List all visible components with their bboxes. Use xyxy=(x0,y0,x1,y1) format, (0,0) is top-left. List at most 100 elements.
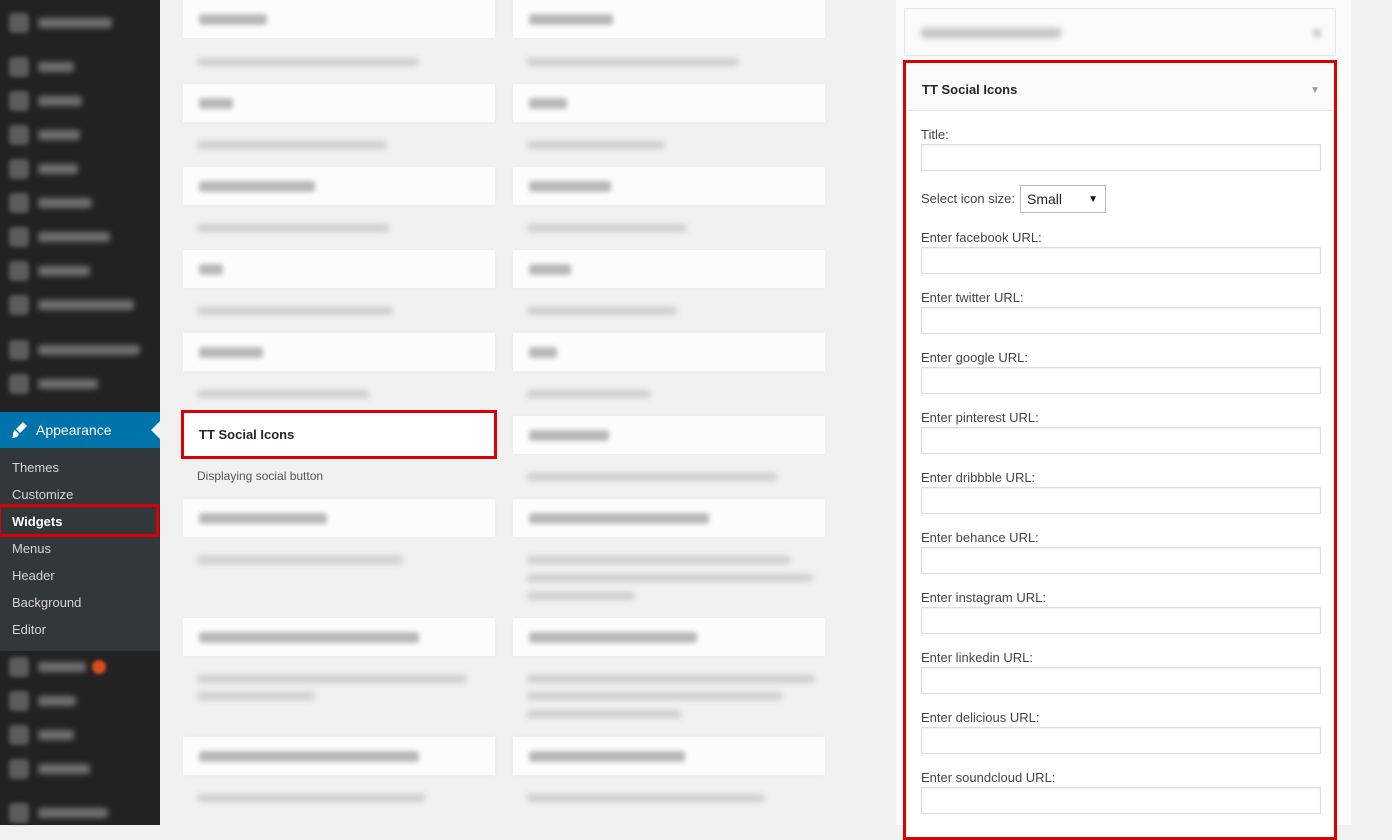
widget-description xyxy=(527,224,687,232)
title-label: Title: xyxy=(921,127,949,142)
page-icon xyxy=(9,159,29,179)
widget-tt-social-icons[interactable]: TT Social Icons xyxy=(181,410,497,459)
plugin-icon xyxy=(9,657,29,677)
widget-description xyxy=(527,307,677,315)
widget-description xyxy=(527,592,635,600)
instagram-url-input[interactable] xyxy=(921,607,1321,634)
widget-title: TT Social Icons xyxy=(199,427,295,442)
widget-description xyxy=(197,141,387,149)
submenu-editor[interactable]: Editor xyxy=(12,622,46,637)
menu-item-users[interactable] xyxy=(0,684,160,718)
widget-item[interactable] xyxy=(513,737,825,775)
widget-item[interactable] xyxy=(513,333,825,371)
widget-description xyxy=(527,556,791,564)
menu-item-woocommerce[interactable] xyxy=(0,333,160,367)
widget-description xyxy=(197,794,425,802)
behance-url-input[interactable] xyxy=(921,547,1321,574)
menu-item-plugins[interactable] xyxy=(0,650,160,684)
twitter-url-input[interactable] xyxy=(921,307,1321,334)
panel-header[interactable]: TT Social Icons ▼ xyxy=(906,63,1334,111)
media-icon xyxy=(9,125,29,145)
widget-item[interactable] xyxy=(513,84,825,122)
google-url-input[interactable] xyxy=(921,367,1321,394)
soundcloud-url-label: Enter soundcloud URL: xyxy=(921,770,1056,785)
widget-item[interactable] xyxy=(513,250,825,288)
menu-item-posts[interactable] xyxy=(0,50,160,84)
delicious-url-label: Enter delicious URL: xyxy=(921,710,1040,725)
calendar-icon xyxy=(9,91,29,111)
users-icon xyxy=(9,691,29,711)
widget-description xyxy=(197,58,419,66)
settings-icon xyxy=(9,759,29,779)
widget-description xyxy=(197,556,403,564)
menu-item-pages[interactable] xyxy=(0,152,160,186)
submenu-background[interactable]: Background xyxy=(12,595,81,610)
instagram-url-label: Enter instagram URL: xyxy=(921,590,1046,605)
linkedin-url-input[interactable] xyxy=(921,667,1321,694)
current-menu-arrow xyxy=(151,421,160,439)
menu-item-projects[interactable] xyxy=(0,186,160,220)
backup-icon xyxy=(9,803,29,823)
toggle-arrow-icon[interactable] xyxy=(1313,29,1321,37)
widget-description xyxy=(197,307,393,315)
facebook-url-input[interactable] xyxy=(921,247,1321,274)
icon-size-value: Small xyxy=(1027,191,1063,207)
dribbble-url-input[interactable] xyxy=(921,487,1321,514)
widget-description xyxy=(527,390,651,398)
widget-item[interactable] xyxy=(183,167,495,205)
widget-description xyxy=(527,692,783,700)
icon-size-select[interactable]: Small ▼ xyxy=(1020,185,1106,213)
pinterest-url-input[interactable] xyxy=(921,427,1321,454)
pin-icon xyxy=(9,57,29,77)
appearance-label: Appearance xyxy=(36,422,112,438)
submenu-customize[interactable]: Customize xyxy=(12,487,73,502)
widgets-highlight-box xyxy=(0,504,159,537)
widget-item[interactable] xyxy=(183,618,495,656)
soundcloud-url-input[interactable] xyxy=(921,787,1321,814)
product-icon xyxy=(9,374,29,394)
widget-description xyxy=(197,390,369,398)
wrench-icon xyxy=(9,725,29,745)
menu-item-settings[interactable] xyxy=(0,752,160,786)
collapsed-widget[interactable] xyxy=(904,8,1336,56)
menu-item-tools[interactable] xyxy=(0,718,160,752)
menu-item-comments[interactable] xyxy=(0,220,160,254)
title-input[interactable] xyxy=(921,144,1321,171)
widget-description: Displaying social button xyxy=(197,469,324,483)
widget-item[interactable] xyxy=(183,333,495,371)
submenu-header[interactable]: Header xyxy=(12,568,55,583)
user-icon xyxy=(9,295,29,315)
widget-item[interactable] xyxy=(183,250,495,288)
widget-item[interactable] xyxy=(513,416,825,454)
widget-description xyxy=(197,675,467,683)
update-badge xyxy=(92,660,106,674)
widget-item[interactable] xyxy=(513,167,825,205)
widget-item[interactable] xyxy=(183,499,495,537)
widget-item[interactable] xyxy=(513,618,825,656)
widget-item[interactable] xyxy=(513,0,825,38)
behance-url-label: Enter behance URL: xyxy=(921,530,1039,545)
widget-description xyxy=(527,710,681,718)
widget-item[interactable] xyxy=(183,84,495,122)
dribbble-url-label: Enter dribbble URL: xyxy=(921,470,1036,485)
widget-description xyxy=(197,692,315,700)
widget-item[interactable] xyxy=(183,0,495,38)
menu-item-contact[interactable] xyxy=(0,254,160,288)
widget-item[interactable] xyxy=(183,737,495,775)
submenu-menus[interactable]: Menus xyxy=(12,541,51,556)
widget-description xyxy=(527,675,815,683)
toggle-arrow-icon[interactable]: ▼ xyxy=(1310,85,1320,96)
menu-item-events[interactable] xyxy=(0,84,160,118)
widget-description xyxy=(197,224,389,232)
google-url-label: Enter google URL: xyxy=(921,350,1028,365)
widget-item[interactable] xyxy=(513,499,825,537)
mail-icon xyxy=(9,261,29,281)
menu-item-frontend[interactable] xyxy=(0,288,160,322)
menu-item-appearance[interactable]: Appearance xyxy=(0,412,160,448)
menu-item-media[interactable] xyxy=(0,118,160,152)
appearance-submenu: Themes Customize Widgets Menus Header Ba… xyxy=(0,448,160,651)
menu-item-dashboard[interactable] xyxy=(0,6,160,40)
menu-item-products[interactable] xyxy=(0,367,160,401)
submenu-themes[interactable]: Themes xyxy=(12,460,59,475)
delicious-url-input[interactable] xyxy=(921,727,1321,754)
